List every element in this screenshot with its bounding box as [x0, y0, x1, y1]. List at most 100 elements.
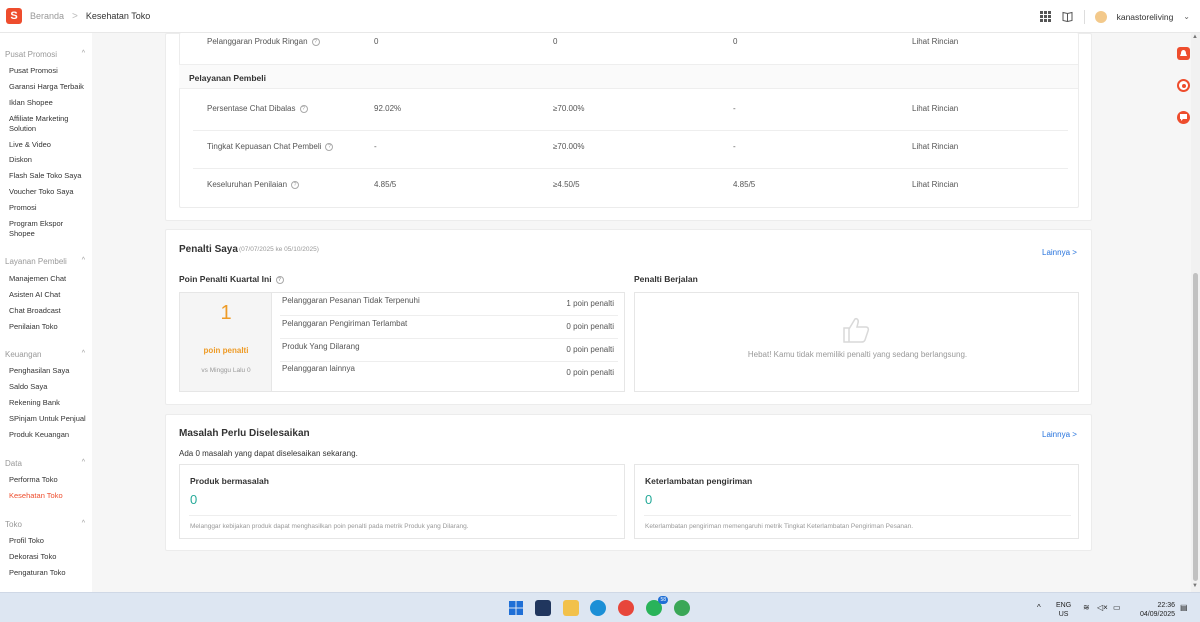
book-icon[interactable]	[1062, 11, 1074, 23]
metric-name: Persentase Chat Dibalas?	[207, 104, 308, 113]
apps-grid-icon[interactable]	[1040, 11, 1052, 23]
help-icon[interactable]: ?	[325, 142, 334, 151]
breadcrumb-current: Kesehatan Toko	[85, 11, 151, 21]
sidebar-item-dekorasi-toko[interactable]: Dekorasi Toko	[9, 552, 89, 562]
detail-link[interactable]: Lihat Rincian	[912, 142, 958, 151]
sidebar-item-pusat-promosi[interactable]: Pusat Promosi	[9, 66, 89, 76]
username[interactable]: kanastoreliving	[1117, 12, 1174, 22]
detail-link[interactable]: Lihat Rincian	[912, 104, 958, 113]
divider	[189, 515, 617, 516]
divider	[193, 168, 1068, 169]
thumbs-up-icon	[841, 315, 871, 347]
top-right-actions: kanastoreliving ⌄	[1040, 0, 1190, 33]
headset-icon[interactable]	[1177, 79, 1190, 92]
help-icon[interactable]: ?	[275, 275, 284, 284]
detail-link[interactable]: Lihat Rincian	[912, 180, 958, 189]
penalty-points-label: poin penalti	[203, 346, 249, 355]
metric-target: ≥70.00%	[553, 104, 585, 113]
sidebar-group-data[interactable]: Data ^	[5, 459, 85, 468]
region: US	[1058, 611, 1069, 618]
chevron-up-icon: ^	[81, 50, 85, 57]
chevron-down-icon[interactable]: ⌄	[1183, 12, 1190, 21]
breadcrumb-home[interactable]: Beranda	[30, 11, 64, 21]
sidebar-group-title: Layanan Pembeli	[5, 257, 67, 266]
metric-current: 4.85/5	[374, 180, 397, 189]
notification-icon[interactable]	[1177, 47, 1190, 60]
sidebar-item-promosi[interactable]: Promosi	[9, 203, 89, 213]
metric-label: Pelanggaran Produk Ringan	[207, 37, 308, 46]
divider	[193, 130, 1068, 131]
edge-icon[interactable]	[590, 600, 606, 616]
volume-icon[interactable]: ◁×	[1097, 603, 1108, 612]
sidebar-group-title: Data	[5, 459, 22, 468]
wifi-icon[interactable]: ≋	[1083, 603, 1090, 612]
page-scrollbar[interactable]: ▲ ▼	[1191, 33, 1200, 592]
sidebar-item-program-ekspor[interactable]: Program Ekspor Shopee	[9, 219, 69, 239]
shopee-logo[interactable]: S	[6, 8, 22, 24]
tray-chevron-up-icon[interactable]: ^	[1037, 603, 1041, 612]
sidebar-item-iklan-shopee[interactable]: Iklan Shopee	[9, 98, 89, 108]
issue-card-produk[interactable]: Produk bermasalah 0 Melanggar kebijakan …	[179, 464, 625, 539]
sidebar-group-layanan-pembeli[interactable]: Layanan Pembeli ^	[5, 257, 85, 266]
section-header: Pelayanan Pembeli	[179, 64, 1078, 89]
chevron-up-icon: ^	[81, 350, 85, 357]
sidebar-item-asisten-ai[interactable]: Asisten AI Chat	[9, 290, 89, 300]
chrome-icon[interactable]	[618, 600, 634, 616]
top-bar: S Beranda > Kesehatan Toko kanastorelivi…	[0, 0, 1200, 33]
penalty-more-link[interactable]: Lainnya >	[1042, 248, 1077, 257]
quarter-title: Poin Penalti Kuartal Ini?	[179, 274, 284, 284]
chat-icon[interactable]	[1177, 111, 1190, 124]
scroll-up-icon[interactable]: ▲	[1192, 34, 1198, 40]
sidebar-item-penghasilan[interactable]: Penghasilan Saya	[9, 366, 89, 376]
issue-card-count: 0	[645, 492, 653, 507]
detail-link[interactable]: Lihat Rincian	[912, 37, 958, 46]
sidebar-item-flash-sale[interactable]: Flash Sale Toko Saya	[9, 171, 89, 181]
metric-target: 0	[553, 37, 558, 46]
sidebar-group-title: Keuangan	[5, 350, 42, 359]
sidebar-item-rekening[interactable]: Rekening Bank	[9, 398, 89, 408]
sidebar-item-pengaturan-toko[interactable]: Pengaturan Toko	[9, 568, 89, 578]
metric-name: Keseluruhan Penilaian?	[207, 180, 300, 189]
issue-card-pengiriman[interactable]: Keterlambatan pengiriman 0 Keterlambatan…	[634, 464, 1079, 539]
issue-card-title: Produk bermasalah	[190, 476, 269, 486]
whatsapp-icon[interactable]: 58	[646, 596, 668, 616]
sidebar-item-profil-toko[interactable]: Profil Toko	[9, 536, 89, 546]
sidebar-item-penilaian-toko[interactable]: Penilaian Toko	[9, 322, 89, 332]
issues-more-link[interactable]: Lainnya >	[1042, 430, 1077, 439]
sidebar-item-manajemen-chat[interactable]: Manajemen Chat	[9, 274, 89, 284]
penalty-item-label: Produk Yang Dilarang	[282, 342, 360, 351]
sidebar-item-kesehatan-toko[interactable]: Kesehatan Toko	[9, 491, 89, 501]
clock[interactable]: 22:36 04/09/2025	[1140, 601, 1175, 619]
store-icon[interactable]	[535, 600, 551, 616]
chrome-profile-icon[interactable]	[674, 600, 690, 616]
scroll-down-icon[interactable]: ▼	[1192, 583, 1198, 589]
sidebar-group-pusat-promosi[interactable]: Pusat Promosi ^	[5, 50, 85, 59]
language-indicator[interactable]: ENG US	[1056, 601, 1071, 619]
sidebar-item-saldo[interactable]: Saldo Saya	[9, 382, 89, 392]
scroll-thumb[interactable]	[1193, 273, 1198, 581]
sidebar-item-produk-keuangan[interactable]: Produk Keuangan	[9, 430, 89, 440]
sidebar-group-toko[interactable]: Toko ^	[5, 520, 85, 529]
breadcrumb: Beranda > Kesehatan Toko	[30, 11, 150, 22]
windows-start-icon[interactable]	[508, 600, 524, 616]
folder-icon[interactable]	[563, 600, 579, 616]
sidebar-item-garansi-harga[interactable]: Garansi Harga Terbaik	[9, 82, 89, 92]
sidebar-item-performa-toko[interactable]: Performa Toko	[9, 475, 89, 485]
avatar[interactable]	[1094, 10, 1107, 23]
sidebar-item-spinjam[interactable]: SPinjam Untuk Penjual	[9, 414, 89, 424]
sidebar-item-diskon[interactable]: Diskon	[9, 155, 89, 165]
sidebar-group-title: Pusat Promosi	[5, 50, 58, 59]
sidebar-item-live-video[interactable]: Live & Video	[9, 140, 89, 150]
sidebar-item-chat-broadcast[interactable]: Chat Broadcast	[9, 306, 89, 316]
sidebar-item-voucher[interactable]: Voucher Toko Saya	[9, 187, 89, 197]
sidebar-group-keuangan[interactable]: Keuangan ^	[5, 350, 85, 359]
help-icon[interactable]: ?	[291, 180, 300, 189]
metric-previous: 4.85/5	[733, 180, 756, 189]
sidebar-item-affiliate[interactable]: Affiliate Marketing Solution	[9, 114, 89, 134]
notification-center-icon[interactable]: ▤	[1180, 603, 1188, 612]
issue-card-count: 0	[190, 492, 198, 507]
help-icon[interactable]: ?	[311, 37, 320, 46]
help-icon[interactable]: ?	[299, 104, 308, 113]
battery-icon[interactable]: ▭	[1113, 603, 1121, 612]
penalty-item-label: Pelanggaran lainnya	[282, 364, 355, 373]
